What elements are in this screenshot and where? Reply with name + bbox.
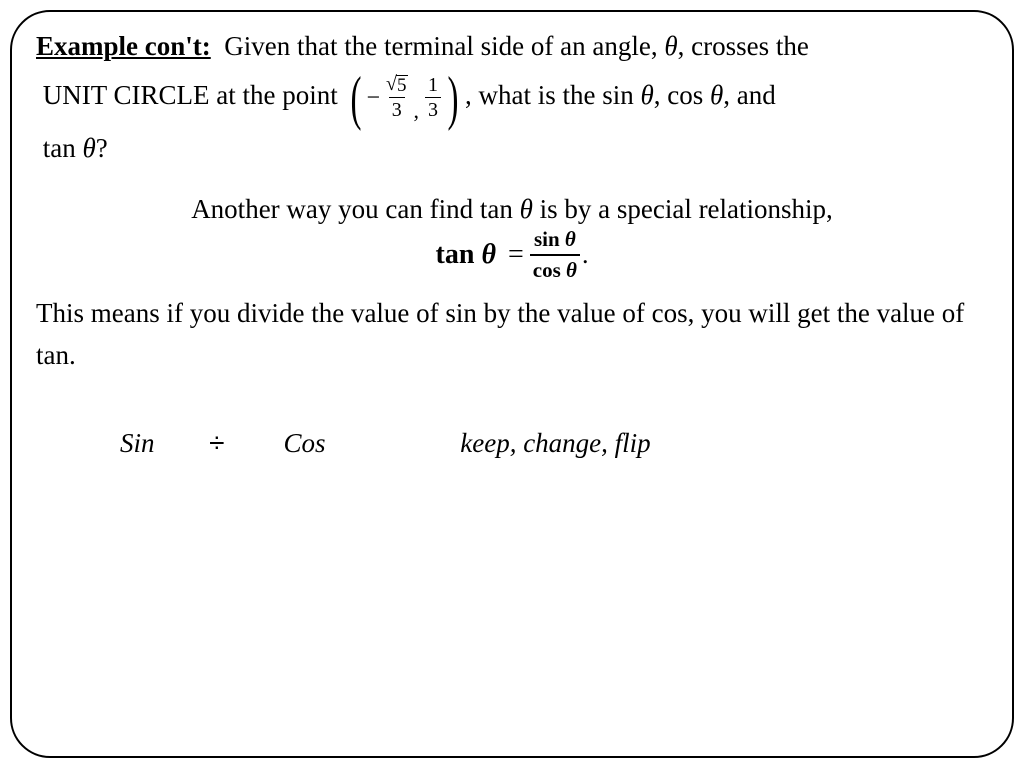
prob-text-c: UNIT CIRCLE at the point [43,80,345,110]
theta-6: θ [481,239,496,270]
formula-period: . [582,240,589,270]
theta-4: θ [83,133,96,163]
prob-text-b: , crosses the [678,31,809,61]
formula-tan: tan [436,239,482,270]
division-sign-icon: ÷ [197,427,237,459]
mid-a: Another way you can find tan [191,194,519,224]
theta-2: θ [640,80,653,110]
theta-5: θ [520,194,533,224]
slide-frame: Example con't: Given that the terminal s… [10,10,1014,758]
equals-sign: = [508,239,524,271]
theta-7: θ [565,227,576,251]
explanation-text: This means if you divide the value of si… [36,293,988,377]
formula-cos: cos [533,258,566,282]
theta-1: θ [664,31,677,61]
bottom-hint-row: Sin ÷ Cos keep, change, flip [36,427,988,459]
fraction-1: √53 [384,74,409,121]
prob-text-d: , what is the sin [465,80,641,110]
prob-text-g: tan [43,133,83,163]
prob-text-e: , cos [654,80,710,110]
minus-sign: − [366,86,380,110]
prob-text-a: Given that the terminal side of an angle… [224,31,664,61]
right-paren: ) [447,68,458,128]
sqrt-arg: 5 [396,75,408,95]
relationship-intro: Another way you can find tan θ is by a s… [36,194,988,225]
problem-statement: Example con't: Given that the terminal s… [36,26,988,170]
prob-text-h: ? [96,133,108,163]
tan-formula: tan θ = sin θ cos θ . [36,227,988,283]
hint-sin: Sin [120,428,190,459]
hint-kcf: keep, change, flip [460,428,650,459]
sqrt-5: √5 [386,75,407,95]
mid-b: is by a special relationship, [533,194,833,224]
formula-sin: sin [534,227,565,251]
left-paren: ( [351,68,362,128]
formula-fraction: sin θ cos θ [530,227,580,283]
coordinate-point: (−√53,13) [346,68,463,128]
fraction-2: 13 [425,74,441,121]
frac2-num: 1 [426,74,440,97]
example-heading: Example con't: [36,31,211,61]
frac1-den: 3 [389,97,405,121]
hint-cos: Cos [284,428,344,459]
prob-text-f: , and [723,80,775,110]
point-comma: , [414,100,420,122]
theta-3: θ [710,80,723,110]
theta-8: θ [566,258,577,282]
frac2-den: 3 [425,97,441,121]
